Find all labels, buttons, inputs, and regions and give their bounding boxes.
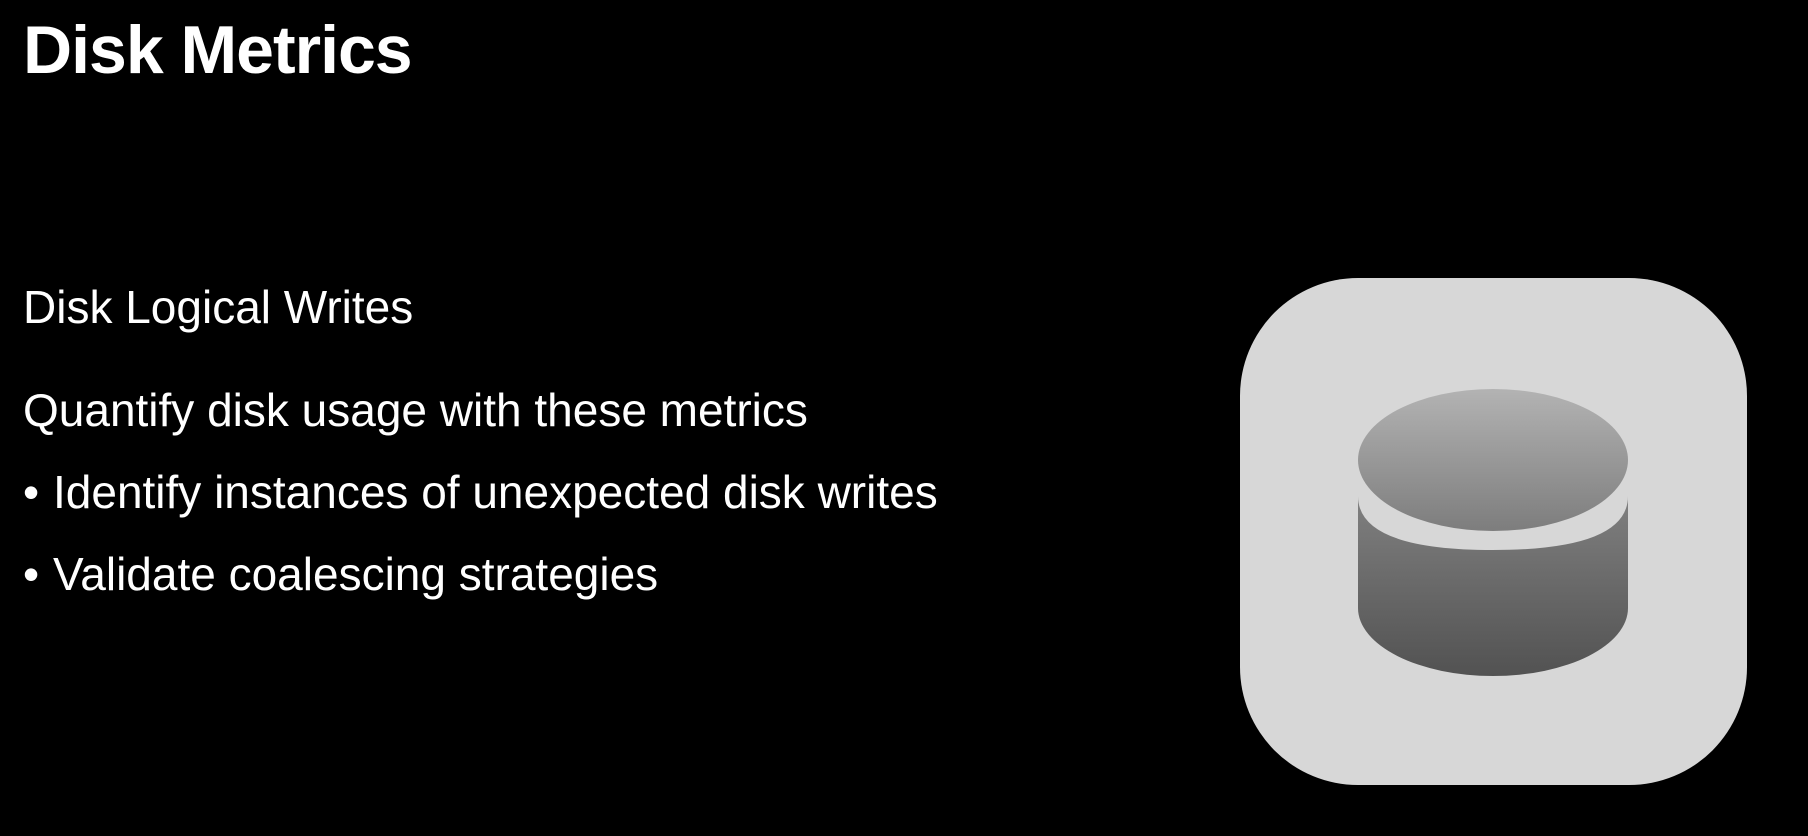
bullet-marker: • bbox=[23, 548, 40, 600]
bullet-item: • Identify instances of unexpected disk … bbox=[23, 465, 1173, 520]
bullet-marker: • bbox=[23, 466, 40, 518]
slide-subtitle: Disk Logical Writes bbox=[23, 281, 414, 333]
bullet-item: • Validate coalescing strategies bbox=[23, 547, 1173, 602]
disk-storage-icon bbox=[1358, 389, 1628, 676]
disk-top-shape bbox=[1358, 389, 1628, 531]
bullet-text: Validate coalescing strategies bbox=[53, 548, 659, 600]
icon-tile bbox=[1240, 278, 1747, 785]
slide-title: Disk Metrics bbox=[23, 12, 413, 88]
slide-intro: Quantify disk usage with these metrics bbox=[23, 384, 808, 436]
slide-body: Disk Logical Writes Quantify disk usage … bbox=[23, 280, 1173, 629]
bullet-text: Identify instances of unexpected disk wr… bbox=[53, 466, 938, 518]
bullet-list: • Identify instances of unexpected disk … bbox=[23, 465, 1173, 602]
